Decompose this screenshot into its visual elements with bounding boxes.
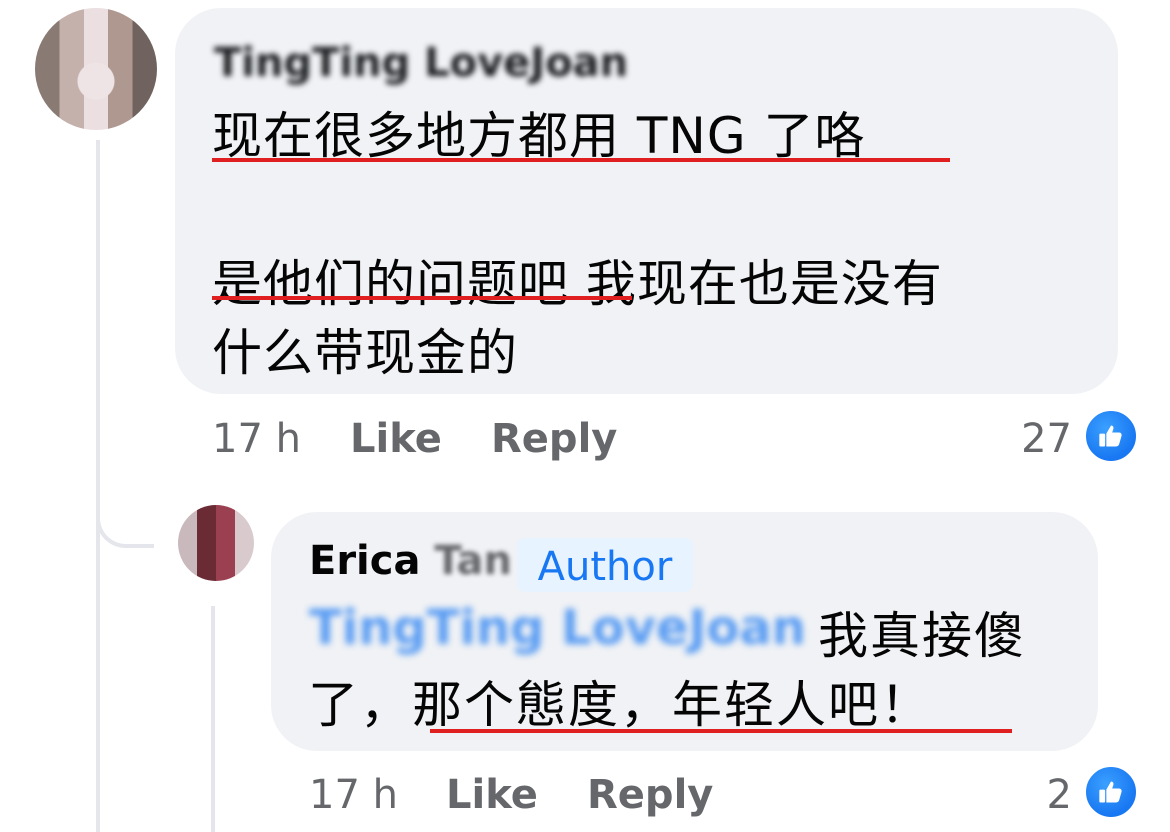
comment-text-line: 是他们的问题吧 我现在也是没有 xyxy=(212,255,943,313)
avatar[interactable] xyxy=(178,505,254,581)
like-button[interactable]: Like xyxy=(350,416,442,462)
reply-text-line: 了，那个態度，年轻人吧！ xyxy=(308,676,932,734)
underline-mark xyxy=(212,296,632,300)
reply-button[interactable]: Reply xyxy=(491,416,617,462)
reaction-count[interactable]: 27 xyxy=(990,416,1072,462)
reply-timestamp[interactable]: 17 h xyxy=(309,772,398,818)
like-thumb-icon xyxy=(1083,764,1139,820)
like-thumb-icon xyxy=(1083,408,1139,464)
reply-thread-line xyxy=(211,606,215,832)
reply-author-name[interactable]: Erica Tan xyxy=(309,538,512,584)
mention-link[interactable]: TingTing LoveJoan xyxy=(309,600,806,656)
underline-mark xyxy=(430,729,1012,733)
comment-text-line: 什么带现金的 xyxy=(212,324,518,382)
comment-timestamp[interactable]: 17 h xyxy=(212,416,301,462)
like-button[interactable]: Like xyxy=(446,772,538,818)
avatar[interactable] xyxy=(35,8,157,130)
comment-author-name[interactable]: TingTing LoveJoan xyxy=(214,40,628,86)
author-badge: Author xyxy=(517,538,693,592)
reply-button[interactable]: Reply xyxy=(587,772,713,818)
reaction-count[interactable]: 2 xyxy=(1000,772,1072,818)
thread-connector xyxy=(96,470,154,548)
reply-text-line: 我真接傻 xyxy=(818,607,1026,665)
underline-mark xyxy=(212,158,950,162)
